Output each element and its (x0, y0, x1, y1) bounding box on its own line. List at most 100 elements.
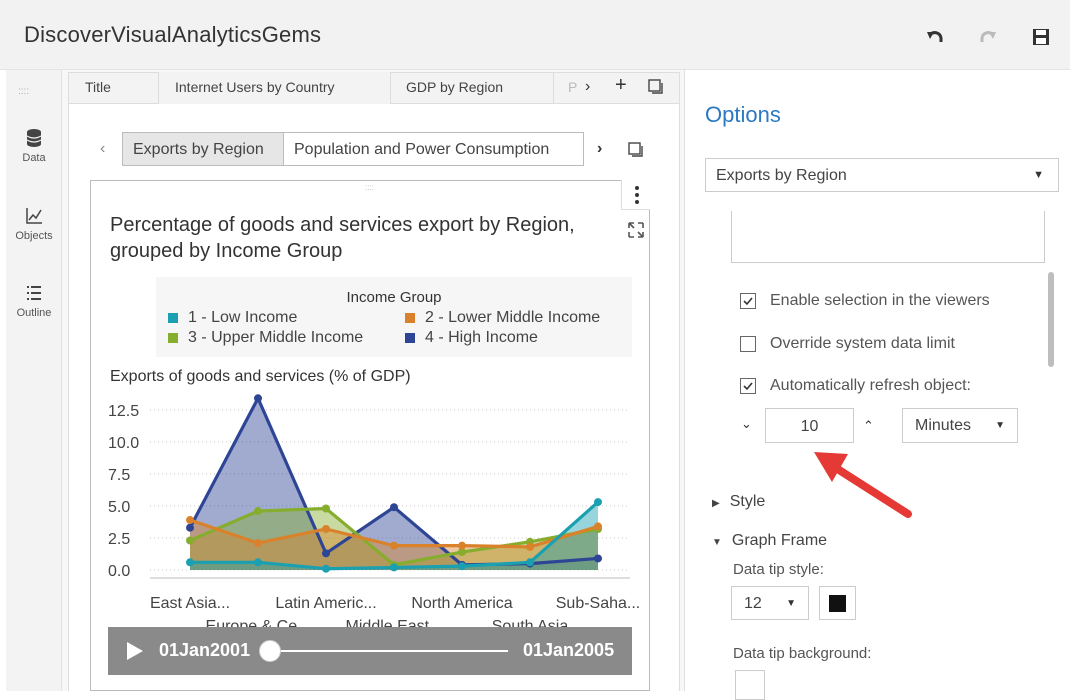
auto-refresh-checkbox[interactable] (740, 378, 756, 394)
data-tip-style-label: Data tip style: (733, 561, 824, 578)
graph-frame-section-toggle[interactable]: ▼ Graph Frame (712, 532, 827, 550)
data-point[interactable] (458, 541, 466, 550)
database-icon (26, 129, 42, 147)
y-axis-label: Exports of goods and services (% of GDP) (110, 368, 411, 385)
data-tip-background-picker[interactable] (735, 670, 765, 700)
data-point[interactable] (526, 542, 534, 551)
override-limit-option[interactable]: Override system data limit (740, 335, 955, 353)
legend-item[interactable]: 1 - Low Income (168, 309, 297, 327)
report-title: Percentage of goods and services export … (110, 214, 575, 262)
rail-item-outline[interactable]: Outline (6, 283, 62, 319)
subtab-exports-by-region[interactable]: Exports by Region (122, 132, 284, 166)
rail-item-label: Objects (15, 230, 53, 242)
data-point[interactable] (390, 503, 398, 512)
area-chart[interactable]: 12.5 10.0 7.5 5.0 2.5 0.0 East Asia... Europe &… (90, 385, 650, 627)
tab-internet-users[interactable]: Internet Users by Country (159, 72, 391, 104)
data-point[interactable] (594, 554, 602, 563)
y-tick-label: 2.5 (108, 531, 130, 548)
rail-item-objects[interactable]: Objects (6, 206, 62, 242)
subtab-scroll-left-icon[interactable]: ‹ (100, 140, 105, 158)
legend-item[interactable]: 3 - Upper Middle Income (168, 329, 363, 347)
subtab-scroll-right-icon[interactable]: › (597, 140, 602, 158)
drag-handle-icon[interactable]: :::: (18, 86, 29, 97)
data-point[interactable] (254, 539, 262, 548)
data-point[interactable] (390, 541, 398, 550)
decrement-icon[interactable]: ⌄ (741, 416, 752, 432)
legend-label: 4 - High Income (425, 329, 538, 346)
override-limit-checkbox[interactable] (740, 336, 756, 352)
caret-right-icon: ▶ (712, 498, 720, 509)
redo-icon[interactable] (977, 26, 999, 48)
legend-label: 1 - Low Income (188, 309, 298, 326)
auto-refresh-option[interactable]: Automatically refresh object: (740, 377, 971, 395)
legend-label: 3 - Upper Middle Income (188, 329, 364, 346)
data-point[interactable] (526, 558, 534, 567)
data-point[interactable] (186, 536, 194, 545)
x-tick-label: Middle East... (346, 618, 443, 627)
description-textarea[interactable] (731, 211, 1045, 263)
increment-icon[interactable]: ⌃ (863, 418, 874, 434)
enable-selection-checkbox[interactable] (740, 293, 756, 309)
x-tick-label: East Asia... (150, 595, 230, 612)
data-point[interactable] (254, 558, 262, 567)
annotation-arrow (814, 452, 912, 518)
tab-truncated[interactable]: P (554, 72, 588, 104)
tab-scroll-right-icon[interactable]: › (585, 78, 590, 96)
page-options-icon[interactable] (648, 79, 664, 100)
data-point[interactable] (458, 562, 466, 571)
data-point[interactable] (322, 504, 330, 513)
player-track[interactable] (280, 650, 508, 652)
y-tick-label: 5.0 (108, 499, 130, 516)
data-point[interactable] (254, 507, 262, 516)
options-scrollbar[interactable] (1048, 272, 1054, 367)
data-point[interactable] (322, 549, 330, 558)
tab-gdp-by-region[interactable]: GDP by Region (391, 72, 554, 104)
maximize-icon[interactable] (628, 142, 644, 163)
save-icon[interactable] (1030, 26, 1052, 48)
app-title: DiscoverVisualAnalyticsGems (24, 22, 322, 47)
player-start-date: 01Jan2001 (159, 640, 251, 660)
refresh-unit-select[interactable]: Minutes ▼ (902, 408, 1018, 443)
line-chart-icon (26, 208, 42, 224)
object-menu-icon[interactable] (621, 180, 650, 210)
legend-swatch (405, 333, 415, 343)
tab-title[interactable]: Title (68, 72, 159, 104)
add-tab-icon[interactable]: + (615, 74, 627, 97)
player-end-date: 01Jan2005 (523, 640, 615, 660)
auto-refresh-label: Automatically refresh object: (770, 377, 971, 394)
data-tip-font-size-select[interactable]: 12 ▼ (731, 586, 809, 620)
data-point[interactable] (322, 564, 330, 573)
legend-title: Income Group (346, 289, 442, 306)
section-label: Style (729, 493, 766, 510)
object-grip-icon[interactable]: :::: (365, 183, 374, 192)
undo-icon[interactable] (924, 26, 946, 48)
legend-swatch (168, 333, 178, 343)
rail-item-label: Outline (16, 307, 52, 319)
y-tick-label: 12.5 (108, 403, 139, 420)
rail-item-label: Data (22, 152, 46, 164)
data-point[interactable] (186, 523, 194, 532)
style-section-toggle[interactable]: ▶ Style (712, 493, 765, 511)
player-slider-handle[interactable] (259, 640, 281, 662)
y-tick-label: 7.5 (108, 467, 130, 484)
section-label: Graph Frame (731, 532, 828, 549)
data-point[interactable] (322, 524, 330, 533)
refresh-interval-input[interactable]: 10 (765, 408, 854, 443)
rail-item-data[interactable]: Data (6, 128, 62, 164)
legend-label: 2 - Lower Middle Income (425, 309, 601, 326)
legend-item[interactable]: 2 - Lower Middle Income (405, 309, 600, 327)
enable-selection-option[interactable]: Enable selection in the viewers (740, 292, 990, 310)
options-title: Options (705, 102, 781, 127)
data-point[interactable] (390, 563, 398, 572)
object-select[interactable]: Exports by Region ▼ (705, 158, 1059, 192)
subtab-population-power[interactable]: Population and Power Consumption (284, 132, 584, 166)
data-point[interactable] (594, 522, 602, 531)
legend-item[interactable]: 4 - High Income (405, 329, 538, 347)
play-icon[interactable] (126, 641, 144, 666)
data-point[interactable] (594, 498, 602, 507)
data-point[interactable] (186, 558, 194, 567)
data-tip-color-picker[interactable] (819, 586, 856, 620)
data-point[interactable] (186, 516, 194, 525)
x-tick-label: Sub-Saha... (556, 595, 641, 612)
data-point[interactable] (254, 394, 262, 403)
